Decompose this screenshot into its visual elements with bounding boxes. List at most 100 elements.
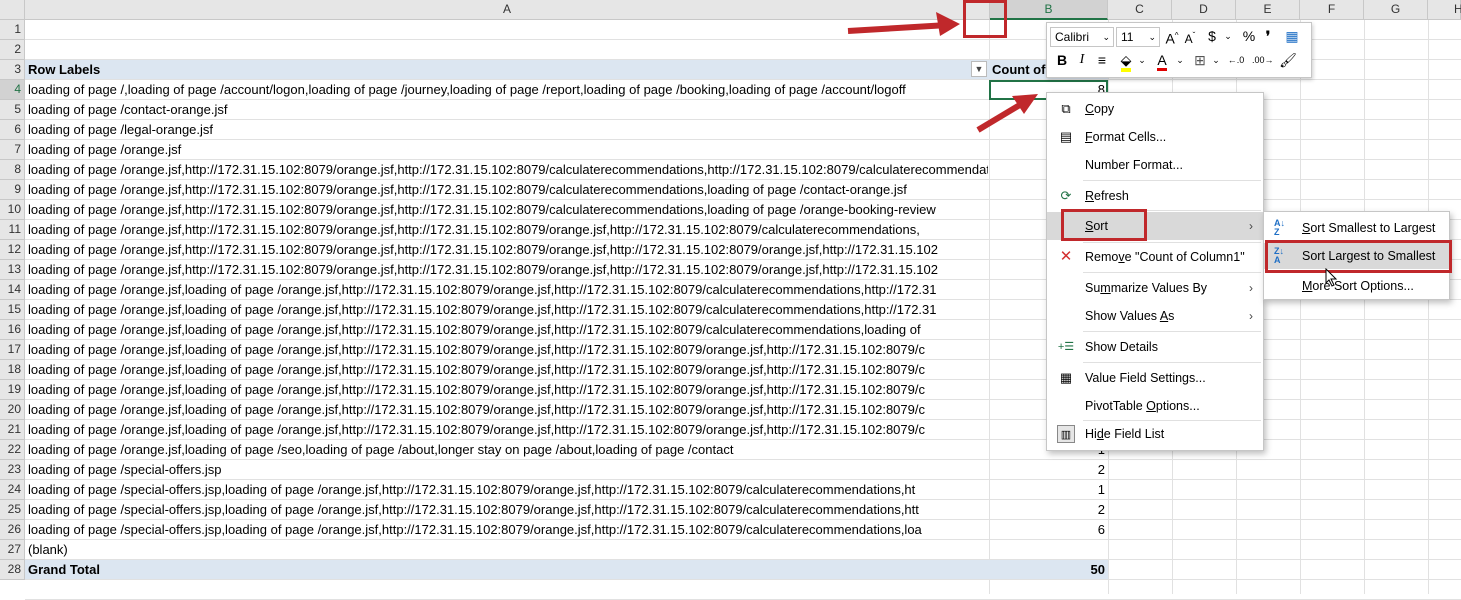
pivot-row-label[interactable]: loading of page /orange.jsf,http://172.3… — [28, 220, 988, 240]
menu-item-refresh[interactable]: ⟳ Refresh — [1047, 183, 1263, 209]
column-header-e[interactable]: E — [1236, 0, 1300, 20]
row-header[interactable]: 6 — [0, 120, 25, 140]
decrease-decimal-icon[interactable]: .00→ — [1252, 51, 1274, 71]
menu-item-remove[interactable]: ✕ Remove "Count of Column1" — [1047, 244, 1263, 270]
select-all-corner[interactable] — [0, 0, 25, 20]
row-header[interactable]: 27 — [0, 540, 25, 560]
row-header[interactable]: 7 — [0, 140, 25, 160]
pivot-row-label[interactable]: loading of page /orange.jsf,http://172.3… — [28, 160, 988, 180]
percent-format-button[interactable]: % — [1240, 27, 1258, 47]
column-header-h[interactable]: H — [1428, 0, 1461, 20]
menu-item-number-format[interactable]: Number Format... — [1047, 152, 1263, 178]
row-header[interactable]: 8 — [0, 160, 25, 180]
show-details-icon: +☰ — [1057, 341, 1075, 353]
grand-total-value[interactable]: 50 — [990, 560, 1105, 580]
menu-item-show-details[interactable]: +☰ Show Details — [1047, 334, 1263, 360]
chevron-down-icon[interactable]: ⌄ — [1133, 51, 1151, 71]
menu-item-hide-field-list[interactable]: ▥ Hide Field List — [1047, 421, 1263, 447]
row-header[interactable]: 1 — [0, 20, 25, 40]
row-header[interactable]: 20 — [0, 400, 25, 420]
font-name-value: Calibri — [1055, 30, 1090, 44]
pivot-row-label[interactable]: loading of page /orange.jsf,loading of p… — [28, 440, 988, 460]
pivot-row-label[interactable]: loading of page /orange.jsf,loading of p… — [28, 320, 988, 340]
row-header[interactable]: 18 — [0, 360, 25, 380]
column-header-f[interactable]: F — [1300, 0, 1364, 20]
row-header[interactable]: 21 — [0, 420, 25, 440]
grand-total-label[interactable]: Grand Total — [28, 560, 988, 580]
format-as-table-icon[interactable]: ▦ — [1283, 27, 1301, 47]
menu-item-format-cells[interactable]: ▤ Format Cells... — [1047, 124, 1263, 150]
decrease-font-icon[interactable]: Aˇ — [1181, 27, 1199, 47]
row-header[interactable]: 22 — [0, 440, 25, 460]
chevron-down-icon[interactable]: ⌄ — [1219, 27, 1237, 47]
row-header[interactable]: 2 — [0, 40, 25, 60]
row-header[interactable]: 13 — [0, 260, 25, 280]
pivot-row-label[interactable]: loading of page /orange.jsf,http://172.3… — [28, 200, 988, 220]
gridline-vertical — [1364, 20, 1365, 594]
menu-item-refresh-label: Refresh — [1085, 189, 1129, 203]
pivot-row-value[interactable]: 2 — [990, 500, 1105, 520]
font-color-icon[interactable]: A — [1153, 51, 1171, 71]
row-header[interactable]: 5 — [0, 100, 25, 120]
menu-item-copy[interactable]: ⧉ Copy — [1047, 96, 1263, 122]
row-header[interactable]: 12 — [0, 240, 25, 260]
pivot-row-label[interactable]: loading of page /orange.jsf,loading of p… — [28, 420, 988, 440]
pivot-row-label[interactable]: loading of page /orange.jsf,loading of p… — [28, 380, 988, 400]
row-header[interactable]: 14 — [0, 280, 25, 300]
comma-style-button[interactable]: ❜ — [1259, 27, 1277, 47]
row-header[interactable]: 16 — [0, 320, 25, 340]
pivot-row-label[interactable]: loading of page /orange.jsf,loading of p… — [28, 360, 988, 380]
pivot-row-label[interactable]: (blank) — [28, 540, 988, 560]
column-header-c[interactable]: C — [1108, 0, 1172, 20]
font-name-dropdown[interactable]: Calibri ⌄ — [1050, 27, 1114, 47]
italic-button[interactable]: I — [1073, 51, 1091, 71]
menu-item-value-field-settings[interactable]: ▦ Value Field Settings... — [1047, 365, 1263, 391]
menu-item-pivot-options[interactable]: PivotTable Options... — [1047, 393, 1263, 419]
pivot-row-value[interactable]: 2 — [990, 460, 1105, 480]
pivot-row-label[interactable]: loading of page /special-offers.jsp — [28, 460, 988, 480]
menu-item-number-format-label: Number Format... — [1085, 158, 1183, 172]
font-size-dropdown[interactable]: 11 ⌄ — [1116, 27, 1160, 47]
row-header[interactable]: 24 — [0, 480, 25, 500]
row-header[interactable]: 23 — [0, 460, 25, 480]
pivot-row-label[interactable]: loading of page /orange.jsf — [28, 140, 988, 160]
row-header[interactable]: 9 — [0, 180, 25, 200]
chevron-down-icon[interactable]: ⌄ — [1207, 51, 1225, 71]
more-sort-options[interactable]: More Sort Options... — [1264, 273, 1449, 299]
row-header[interactable]: 19 — [0, 380, 25, 400]
pivot-row-label[interactable]: loading of page /special-offers.jsp,load… — [28, 480, 988, 500]
row-header[interactable]: 15 — [0, 300, 25, 320]
row-header[interactable]: 17 — [0, 340, 25, 360]
pivot-row-label[interactable]: loading of page /orange.jsf,loading of p… — [28, 280, 988, 300]
pivot-row-label[interactable]: loading of page /orange.jsf,http://172.3… — [28, 240, 988, 260]
column-header-d[interactable]: D — [1172, 0, 1236, 20]
row-header[interactable]: 26 — [0, 520, 25, 540]
increase-font-icon[interactable]: A^ — [1163, 27, 1181, 47]
menu-item-show-values[interactable]: Show Values As › — [1047, 303, 1263, 329]
align-center-icon[interactable]: ≡ — [1093, 51, 1111, 71]
pivot-row-label[interactable]: loading of page /orange.jsf,loading of p… — [28, 300, 988, 320]
pivot-row-label[interactable]: loading of page /orange.jsf,http://172.3… — [28, 180, 988, 200]
chevron-down-icon[interactable]: ⌄ — [1171, 51, 1189, 71]
bold-button[interactable]: B — [1053, 51, 1071, 71]
pivot-row-label[interactable]: loading of page /orange.jsf,http://172.3… — [28, 260, 988, 280]
format-painter-icon[interactable]: 🖌 — [1279, 51, 1297, 71]
pivot-row-value[interactable] — [990, 540, 1105, 560]
increase-decimal-icon[interactable]: ←.0 — [1227, 51, 1245, 71]
row-header[interactable]: 25 — [0, 500, 25, 520]
column-header-g[interactable]: G — [1364, 0, 1428, 20]
pivot-row-value[interactable]: 1 — [990, 480, 1105, 500]
row-header[interactable]: 4 — [0, 80, 25, 100]
gridline-vertical — [1428, 20, 1429, 594]
menu-item-summarize[interactable]: Summarize Values By › — [1047, 275, 1263, 301]
pivot-row-label[interactable]: loading of page /special-offers.jsp,load… — [28, 520, 988, 540]
sort-smallest-to-largest[interactable]: A↓ Z Sort Smallest to Largest — [1264, 215, 1449, 241]
row-header[interactable]: 11 — [0, 220, 25, 240]
pivot-row-label[interactable]: loading of page /orange.jsf,loading of p… — [28, 340, 988, 360]
row-header[interactable]: 10 — [0, 200, 25, 220]
pivot-row-label[interactable]: loading of page /special-offers.jsp,load… — [28, 500, 988, 520]
row-header[interactable]: 28 — [0, 560, 25, 580]
row-header[interactable]: 3 — [0, 60, 25, 80]
pivot-row-value[interactable]: 6 — [990, 520, 1105, 540]
pivot-row-label[interactable]: loading of page /orange.jsf,loading of p… — [28, 400, 988, 420]
